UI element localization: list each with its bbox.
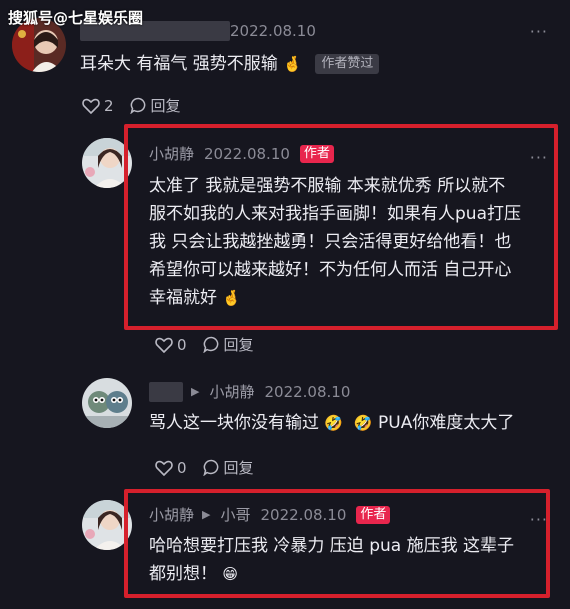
- blurred-username: [149, 381, 183, 402]
- more-options-icon[interactable]: ···: [530, 22, 548, 41]
- reply-button[interactable]: 回复: [129, 95, 181, 116]
- text-line: 太准了 我就是强势不服输 本来就优秀 所以就不: [149, 176, 506, 196]
- reply-arrow-icon: ▶: [202, 508, 211, 521]
- like-count: 0: [177, 335, 187, 354]
- comment-date: 2022.08.10: [260, 505, 347, 524]
- reply-label: 回复: [223, 336, 254, 354]
- heart-icon: [82, 98, 100, 114]
- author-name[interactable]: 小胡静: [149, 143, 194, 164]
- reply-label: 回复: [150, 97, 181, 115]
- reply-button[interactable]: 回复: [202, 334, 254, 355]
- author-name[interactable]: 小胡静: [149, 504, 194, 525]
- text-line: 都别想！ 😁: [149, 564, 239, 584]
- comment-date: 2022.08.10: [230, 22, 316, 40]
- fingers-crossed-emoji: 🤞: [283, 55, 302, 73]
- comment-text: 耳朵大 有福气 强势不服输 🤞 作者赞过: [80, 50, 380, 78]
- like-count: 2: [104, 96, 114, 115]
- more-options-icon[interactable]: ···: [530, 510, 548, 529]
- author-badge: 作者: [299, 144, 334, 163]
- comment-date: 2022.08.10: [204, 144, 290, 163]
- comment-header: ▶ 小胡静 2022.08.10: [149, 381, 350, 402]
- comment-text: 骂人这一块你没有输过 🤣 🤣 PUA你难度太大了: [149, 413, 515, 433]
- author-comment-header: 小胡静 2022.08.10 作者: [149, 143, 334, 164]
- text-line: 服不如我的人来对我指手画脚！如果有人pua打压: [149, 204, 521, 224]
- author-liked-badge: 作者赞过: [315, 54, 380, 74]
- like-button[interactable]: 0: [155, 336, 187, 354]
- watermark: 搜狐号@七星娱乐圈: [8, 9, 144, 27]
- text-line: 我 只会让我越挫越勇！只会活得更好给他看！也: [149, 232, 512, 252]
- reply-button[interactable]: 回复: [202, 457, 254, 478]
- grin-emoji: 😁: [222, 565, 239, 583]
- like-count: 0: [177, 458, 187, 477]
- reply-bubble-icon: [202, 459, 218, 476]
- heart-icon: [155, 460, 173, 476]
- rofl-emoji: 🤣: [324, 414, 344, 432]
- author-reply-text: 太准了 我就是强势不服输 本来就优秀 所以就不 服不如我的人来对我指手画脚！如果…: [149, 172, 549, 312]
- fingers-crossed-emoji: 🤞: [222, 289, 242, 307]
- more-options-icon[interactable]: ···: [530, 148, 548, 167]
- comment-date: 2022.08.10: [264, 382, 351, 401]
- reply-to-name[interactable]: 小哥: [220, 504, 250, 525]
- comment-actions: 0 回复: [155, 334, 254, 355]
- reply-arrow-icon: ▶: [191, 385, 200, 398]
- commenter-avatar[interactable]: [82, 378, 132, 428]
- author-avatar[interactable]: [82, 138, 132, 188]
- reply-label: 回复: [223, 459, 254, 477]
- text-line: 希望你可以越来越好！不为任何人而活 自己开心: [149, 260, 512, 280]
- text-line: 哈哈想要打压我 冷暴力 压迫 pua 施压我 这辈子: [149, 536, 515, 556]
- rofl-emoji: 🤣: [353, 414, 373, 432]
- author-avatar[interactable]: [82, 500, 132, 550]
- like-button[interactable]: 2: [82, 97, 114, 115]
- heart-icon: [155, 337, 173, 353]
- reply-bubble-icon: [129, 97, 145, 114]
- text-line: 幸福就好 🤞: [149, 288, 242, 308]
- author-comment-header: 小胡静 ▶ 小哥 2022.08.10 作者: [149, 504, 391, 525]
- reply-to-name[interactable]: 小胡静: [209, 381, 254, 402]
- reply-bubble-icon: [202, 336, 218, 353]
- author-reply-text: 哈哈想要打压我 冷暴力 压迫 pua 施压我 这辈子 都别想！ 😁: [149, 532, 549, 588]
- comment-actions: 0 回复: [155, 457, 254, 478]
- comment-actions: 2 回复: [82, 95, 181, 116]
- like-button[interactable]: 0: [155, 459, 187, 477]
- author-badge: 作者: [356, 505, 391, 524]
